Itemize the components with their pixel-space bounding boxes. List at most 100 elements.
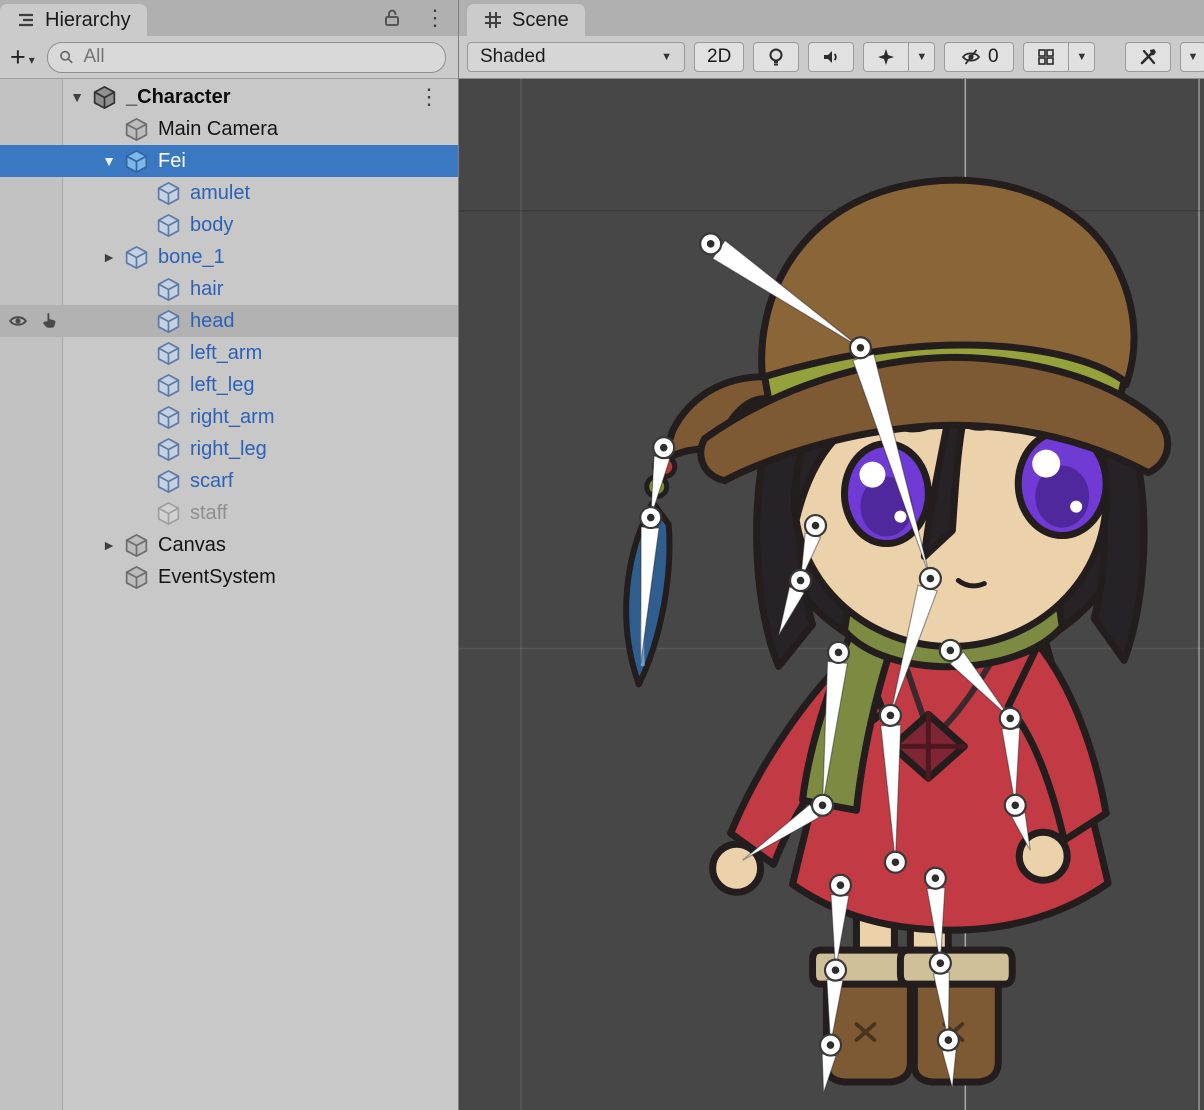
chevron-down-icon: ▼: [661, 51, 672, 63]
tree-item-label: head: [190, 310, 235, 333]
row-visibility-controls: [6, 305, 61, 337]
editor-tools-button[interactable]: [1125, 42, 1171, 72]
tree-item-label: _Character: [126, 86, 231, 109]
hierarchy-search-box[interactable]: [47, 42, 446, 73]
tab-scene-label: Scene: [512, 9, 569, 32]
create-object-button[interactable]: + ▾: [10, 44, 35, 71]
hierarchy-tab-actions: ⋮: [382, 0, 446, 36]
scene-panel: Scene Shaded ▼ 2D: [459, 0, 1204, 1110]
grid-icon: [483, 10, 503, 30]
tab-hierarchy-label: Hierarchy: [45, 9, 131, 32]
gameobject-cube-icon: [124, 565, 149, 590]
effects-sparkle-icon: [876, 47, 896, 67]
chevron-down-icon: ▼: [1188, 51, 1199, 63]
tree-item-label: left_leg: [190, 374, 255, 397]
scene-tabstrip: Scene: [459, 0, 1204, 36]
tree-item-label: body: [190, 214, 233, 237]
tree-item-hair[interactable]: hair: [0, 273, 458, 305]
wrench-hammer-icon: [1138, 47, 1158, 67]
tree-item-label: staff: [190, 502, 227, 525]
scene-effects-dropdown[interactable]: ▼: [909, 42, 935, 72]
scene-lighting-toggle[interactable]: [753, 42, 799, 72]
hierarchy-tree: ▼ _Character ⋮ Main Camera ▼ Fei amulet: [0, 79, 458, 1110]
tree-item-character[interactable]: ▼ _Character ⋮: [0, 81, 458, 113]
tree-item-eventsystem[interactable]: EventSystem: [0, 561, 458, 593]
gameobject-cube-icon: [156, 213, 181, 238]
hidden-objects-count: 0: [988, 46, 999, 68]
foldout-open-icon[interactable]: ▼: [94, 153, 124, 169]
tree-item-left-arm[interactable]: left_arm: [0, 337, 458, 369]
hierarchy-tabstrip: Hierarchy ⋮: [0, 0, 458, 36]
eye-off-icon: [960, 47, 982, 67]
tab-hierarchy[interactable]: Hierarchy: [0, 4, 147, 36]
shading-mode-label: Shaded: [480, 46, 546, 68]
tree-item-label: hair: [190, 278, 223, 301]
gameobject-cube-icon: [124, 533, 149, 558]
scene-viewport[interactable]: [459, 79, 1204, 1110]
eye-icon[interactable]: [6, 311, 30, 331]
tree-item-label: left_arm: [190, 342, 262, 365]
tree-item-right-arm[interactable]: right_arm: [0, 401, 458, 433]
gameobject-cube-icon: [156, 469, 181, 494]
grid-visibility-dropdown[interactable]: ▼: [1069, 42, 1095, 72]
tree-item-scarf[interactable]: scarf: [0, 465, 458, 497]
chevron-down-icon: ▼: [916, 51, 927, 63]
lock-icon[interactable]: [382, 8, 402, 28]
tree-item-fei[interactable]: ▼ Fei: [0, 145, 458, 177]
search-input[interactable]: [81, 45, 435, 69]
tree-item-label: right_leg: [190, 438, 267, 461]
chevron-down-icon: ▾: [29, 54, 35, 66]
gameobject-cube-icon: [156, 405, 181, 430]
tree-item-amulet[interactable]: amulet: [0, 177, 458, 209]
hierarchy-list-icon: [16, 10, 36, 30]
kebab-menu-icon[interactable]: ⋮: [424, 7, 446, 29]
tree-item-label: Canvas: [158, 534, 226, 557]
tree-item-bone-1[interactable]: ► bone_1: [0, 241, 458, 273]
gameobject-cube-icon: [156, 341, 181, 366]
foldout-closed-icon[interactable]: ►: [94, 249, 124, 265]
gameobject-cube-icon: [156, 277, 181, 302]
scene-audio-toggle[interactable]: [808, 42, 854, 72]
tree-item-label: right_arm: [190, 406, 274, 429]
gameobject-cube-icon: [124, 245, 149, 270]
tree-item-left-leg[interactable]: left_leg: [0, 369, 458, 401]
chevron-down-icon: ▼: [1076, 51, 1087, 63]
scene-effects-group: ▼: [863, 42, 935, 72]
scene-toolbar: Shaded ▼ 2D: [459, 36, 1204, 79]
hidden-objects-button[interactable]: 0: [944, 42, 1014, 72]
overflow-dropdown[interactable]: ▼: [1180, 42, 1204, 72]
tree-item-staff[interactable]: staff: [0, 497, 458, 529]
hierarchy-toolbar: + ▾: [0, 36, 458, 79]
tree-item-body[interactable]: body: [0, 209, 458, 241]
tree-item-label: scarf: [190, 470, 233, 493]
tree-item-label: bone_1: [158, 246, 225, 269]
item-options-icon[interactable]: ⋮: [418, 86, 440, 108]
2d-label: 2D: [707, 46, 731, 68]
scene-asset-icon: [92, 85, 117, 110]
light-bulb-icon: [766, 47, 786, 67]
shading-mode-dropdown[interactable]: Shaded ▼: [467, 42, 685, 72]
scene-effects-toggle[interactable]: [863, 42, 909, 72]
2d-toggle-button[interactable]: 2D: [694, 42, 744, 72]
tree-item-label: EventSystem: [158, 566, 276, 589]
tab-scene[interactable]: Scene: [467, 4, 585, 36]
gameobject-cube-icon: [156, 501, 181, 526]
pick-hand-icon[interactable]: [39, 311, 61, 331]
gameobject-cube-icon: [156, 437, 181, 462]
speaker-icon: [821, 47, 841, 67]
tree-item-main-camera[interactable]: Main Camera: [0, 113, 458, 145]
search-icon: [58, 48, 75, 66]
tree-item-head[interactable]: head: [0, 305, 458, 337]
tree-item-canvas[interactable]: ► Canvas: [0, 529, 458, 561]
foldout-open-icon[interactable]: ▼: [62, 89, 92, 105]
plus-icon: +: [10, 44, 26, 71]
grid-visibility-button[interactable]: [1023, 42, 1069, 72]
scene-canvas: [459, 79, 1204, 1110]
gameobject-cube-icon: [156, 373, 181, 398]
tree-item-right-leg[interactable]: right_leg: [0, 433, 458, 465]
foldout-closed-icon[interactable]: ►: [94, 537, 124, 553]
grid-cells-icon: [1036, 47, 1056, 67]
tree-item-label: Fei: [158, 150, 186, 173]
hierarchy-panel: Hierarchy ⋮ + ▾: [0, 0, 459, 1110]
gameobject-cube-icon: [156, 309, 181, 334]
